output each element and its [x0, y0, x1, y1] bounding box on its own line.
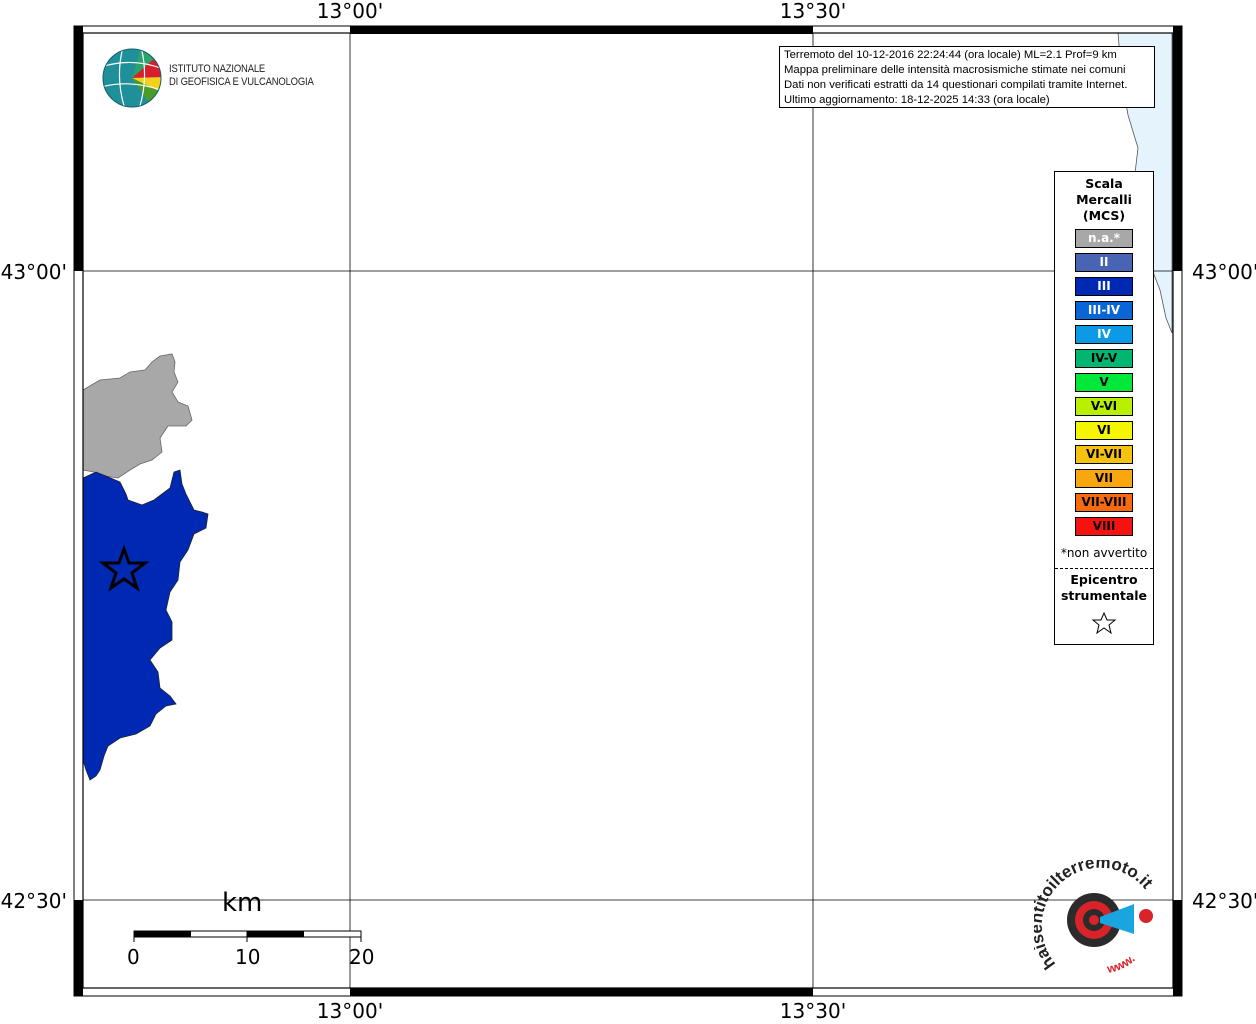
legend-title-text: Scala Mercalli (MCS): [1076, 176, 1132, 223]
lon-label-bottom-1300: 13°00': [317, 999, 383, 1023]
legend-swatch-iv: IV: [1075, 325, 1133, 344]
scale-bar-tick-20: 20: [349, 945, 375, 969]
event-info-box: Terremoto del 10-12-2016 22:24:44 (ora l…: [779, 46, 1155, 108]
legend-swatch-n-a: n.a.*: [1075, 229, 1133, 248]
map-frame: [73, 25, 1183, 997]
lon-label-top-1330: 13°30': [780, 0, 846, 23]
legend-star-icon: [1091, 612, 1117, 634]
ingv-logo: ISTITUTO NAZIONALE DI GEOFISICA E VULCAN…: [100, 46, 320, 110]
legend-swatch-v: V: [1075, 373, 1133, 392]
graticule: [83, 33, 1173, 988]
ingv-logo-line2: DI GEOFISICA E VULCANOLOGIA: [169, 76, 314, 88]
legend-swatch-vii-viii: VII-VIII: [1075, 493, 1133, 512]
ingv-logo-text: ISTITUTO NAZIONALE DI GEOFISICA E VULCAN…: [169, 63, 314, 89]
legend-swatch-vii: VII: [1075, 469, 1133, 488]
lat-label-right-4300: 43°00': [1192, 260, 1256, 284]
municipality-intensity-III: [82, 469, 209, 781]
info-line-event: Terremoto del 10-12-2016 22:24:44 (ora l…: [784, 49, 1117, 61]
legend-swatch-vi-vii: VI-VII: [1075, 445, 1133, 464]
legend-swatch-ii: II: [1075, 253, 1133, 272]
lon-label-top-1300: 13°00': [317, 0, 383, 23]
legend-title: Scala Mercalli (MCS): [1055, 176, 1153, 224]
legend-swatch-vi: VI: [1075, 421, 1133, 440]
scale-bar-unit: km: [222, 888, 263, 918]
scale-bar-tick-10: 10: [235, 945, 261, 969]
legend-swatch-viii: VIII: [1075, 517, 1133, 536]
legend-epicenter-text: Epicentro strumentale: [1060, 572, 1148, 603]
ingv-globe-icon: [102, 48, 162, 108]
legend-epicenter-label: Epicentro strumentale: [1055, 572, 1153, 604]
lat-label-left-4230: 42°30': [1, 889, 67, 913]
scale-bar-tick-0: 0: [127, 945, 140, 969]
mcs-legend: Scala Mercalli (MCS) n.a.* II III III-IV IV I…: [1054, 171, 1154, 645]
legend-swatch-iii-iv: III-IV: [1075, 301, 1133, 320]
municipality-not-felt: [82, 353, 193, 479]
info-line-data-source: Dati non verificati estratti da 14 quest…: [784, 79, 1128, 91]
info-line-map-desc: Mappa preliminare delle intensità macros…: [784, 64, 1126, 76]
lat-label-left-4300: 43°00': [1, 260, 67, 284]
legend-swatch-v-vi: V-VI: [1075, 397, 1133, 416]
ingv-logo-line1: ISTITUTO NAZIONALE: [169, 63, 266, 75]
legend-separator: [1055, 568, 1153, 569]
legend-note: *non avvertito: [1060, 546, 1148, 560]
haisentito-url-text: www.: [1105, 952, 1138, 977]
haisentito-logo: haisentitoilterremoto.it www.: [1034, 860, 1157, 977]
lon-label-bottom-1330: 13°30': [780, 999, 846, 1023]
scale-bar: [133, 930, 362, 942]
info-line-last-update: Ultimo aggiornamento: 18-12-2025 14:33 (…: [784, 94, 1050, 106]
legend-swatch-iv-v: IV-V: [1075, 349, 1133, 368]
legend-swatch-iii: III: [1075, 277, 1133, 296]
lat-label-right-4230: 42°30': [1192, 889, 1256, 913]
